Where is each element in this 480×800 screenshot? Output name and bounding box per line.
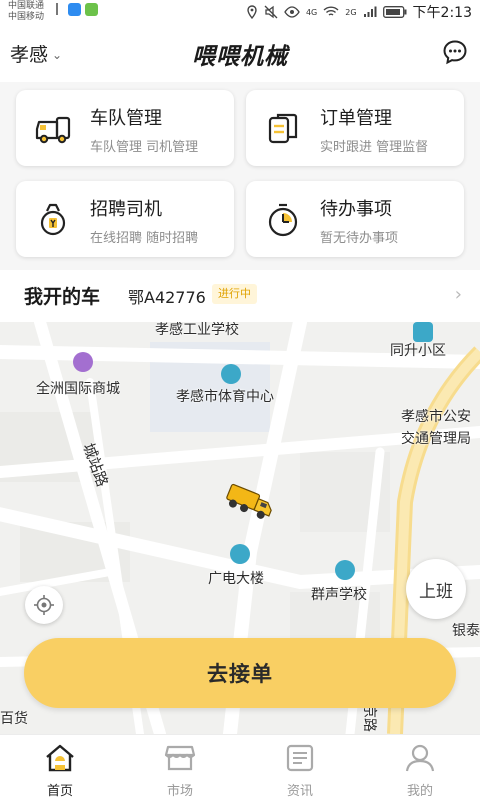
map-label-qunsheng-school: 群声学校 — [311, 587, 367, 603]
app-screen: 中国联通 中国移动 4G 2G 下午2:13 孝感 ⌄ 喂喂机械 车队管理 车队… — [0, 0, 480, 800]
card-order-management[interactable]: 订单管理 实时跟进 管理监督 — [246, 90, 464, 166]
tab-market[interactable]: 市场 — [120, 735, 240, 800]
home-icon — [46, 744, 74, 772]
app-header: 孝感 ⌄ 喂喂机械 — [0, 24, 480, 82]
tab-label: 资讯 — [286, 784, 313, 799]
documents-icon — [268, 113, 298, 144]
battery-icon — [382, 6, 407, 18]
crosshair-icon — [34, 595, 54, 615]
poi-tv-building-icon[interactable] — [230, 544, 250, 564]
status-badge: 进行中 — [212, 284, 257, 304]
app-notification-blue-icon — [68, 3, 81, 16]
recruit-bag-icon — [40, 203, 66, 236]
app-brand-title: 喂喂机械 — [192, 44, 288, 70]
card-subtitle: 在线招聘 随时招聘 — [90, 231, 199, 246]
tab-home[interactable]: 首页 — [0, 735, 120, 800]
map-label-yintai: 银泰 — [452, 623, 480, 639]
clock-icon — [268, 203, 298, 237]
map-label-jinglu: 京路 — [361, 704, 377, 732]
map-label-baihuo: 百货 — [0, 711, 28, 727]
my-car-title: 我开的车 — [24, 286, 101, 308]
tab-label: 首页 — [46, 784, 73, 799]
truck-location-marker-icon[interactable] — [220, 482, 280, 526]
on-duty-button[interactable]: 上班 — [406, 559, 466, 619]
chevron-right-icon: › — [454, 284, 462, 305]
eye-icon — [284, 6, 300, 18]
news-icon — [286, 744, 314, 772]
bottom-tab-bar: 首页 市场 资讯 我的 — [0, 734, 480, 800]
card-recruit-driver[interactable]: 招聘司机 在线招聘 随时招聘 — [16, 181, 234, 257]
map-label-police-1: 孝感市公安 — [401, 409, 471, 425]
map-view[interactable]: 孝感工业学校 同升小区 全洲国际商城 孝感市体育中心 孝感市公安 交通管理局 城… — [0, 322, 480, 734]
my-car-row[interactable]: 我开的车 鄂A42776 进行中 › — [0, 270, 480, 322]
map-label-police-2: 交通管理局 — [401, 431, 471, 447]
tab-news[interactable]: 资讯 — [240, 735, 360, 800]
tab-profile[interactable]: 我的 — [360, 735, 480, 800]
poi-school-icon[interactable] — [335, 560, 355, 580]
usb-icon — [56, 3, 64, 15]
card-fleet-management[interactable]: 车队管理 车队管理 司机管理 — [16, 90, 234, 166]
truck-icon — [35, 116, 71, 144]
market-icon — [164, 745, 196, 771]
card-subtitle: 实时跟进 管理监督 — [320, 140, 429, 155]
locate-me-button[interactable] — [25, 586, 63, 624]
carrier-2: 中国移动 — [8, 12, 45, 22]
card-title: 订单管理 — [320, 108, 392, 129]
carrier-info: 中国联通 中国移动 — [8, 1, 44, 23]
location-icon — [247, 5, 257, 19]
chat-bubble-icon[interactable] — [442, 39, 468, 65]
clock-time: 下午2:13 — [412, 5, 472, 21]
status-bar: 中国联通 中国移动 4G 2G 下午2:13 — [0, 0, 480, 24]
app-notification-green-icon — [85, 3, 98, 16]
tab-label: 市场 — [166, 784, 193, 799]
network-4g-label: 4G — [305, 7, 318, 17]
card-todo[interactable]: 待办事项 暂无待办事项 — [246, 181, 464, 257]
tab-label: 我的 — [406, 784, 433, 799]
map-label-stadium: 孝感市体育中心 — [176, 389, 274, 405]
poi-mall-icon[interactable] — [73, 352, 93, 372]
map-label-mall: 全洲国际商城 — [36, 381, 120, 397]
mute-icon — [264, 5, 278, 19]
poi-community-icon[interactable] — [413, 322, 433, 342]
signal-icon — [363, 6, 377, 17]
card-title: 车队管理 — [90, 108, 162, 129]
card-title: 招聘司机 — [90, 199, 162, 220]
card-subtitle: 车队管理 司机管理 — [90, 140, 199, 155]
map-label-tv-building: 广电大楼 — [208, 571, 264, 587]
wifi-icon — [323, 6, 339, 16]
notification-icons — [56, 3, 98, 16]
carrier-1: 中国联通 — [8, 1, 45, 11]
card-title: 待办事项 — [320, 199, 392, 220]
network-2g-label: 2G — [345, 7, 357, 17]
status-right: 4G 2G 下午2:13 — [246, 2, 472, 22]
license-plate: 鄂A42776 — [128, 288, 206, 307]
accept-order-button[interactable]: 去接单 — [24, 638, 456, 708]
map-label-school: 孝感工业学校 — [155, 322, 239, 338]
profile-icon — [405, 744, 435, 772]
map-label-community: 同升小区 — [390, 343, 446, 359]
card-subtitle: 暂无待办事项 — [320, 231, 399, 246]
poi-stadium-icon[interactable] — [221, 364, 241, 384]
